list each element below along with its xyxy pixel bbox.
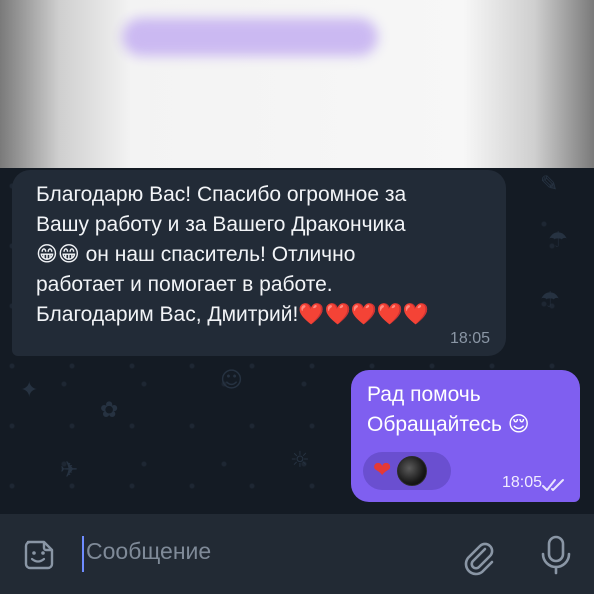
message-composer: Сообщение (0, 514, 594, 594)
user-avatar[interactable] (397, 456, 428, 486)
reactions-row[interactable]: ❤ (363, 452, 451, 490)
outgoing-message-bubble[interactable]: Рад помочь Обращайтесь 😌 ❤ 18:05 (351, 370, 580, 502)
message-line: Рад помочь (367, 383, 481, 406)
outgoing-message-text: Рад помочь Обращайтесь 😌 (367, 380, 566, 440)
message-time: 18:05 (501, 474, 542, 491)
microphone-icon[interactable] (538, 534, 574, 576)
doodle-icon: ☼ (290, 448, 310, 473)
message-line: 😁😁 он наш спаситель! Отлично (36, 243, 356, 266)
blurred-content-area (0, 0, 594, 168)
message-time: 18:05 (449, 330, 490, 347)
incoming-message-text: Благодарю Вас! Спасибо огромное за Вашу … (36, 180, 490, 330)
doodle-icon: ☂ (548, 228, 568, 253)
doodle-icon: ✿ (100, 398, 119, 423)
text-caret (82, 536, 84, 572)
doodle-icon: ☂ (540, 288, 560, 313)
doodle-icon: ✎ (540, 172, 559, 197)
doodle-icon: ☺ (220, 368, 243, 393)
red-heart-icon[interactable]: ❤ (373, 460, 391, 482)
message-line: Вашу работу и за Вашего Дракончика (36, 213, 406, 236)
doodle-icon: ✈ (60, 458, 79, 483)
double-check-icon (542, 479, 564, 491)
message-line: Благодарю Вас! Спасибо огромное за (36, 183, 407, 206)
message-line: Благодарим Вас, Дмитрий!❤️❤️❤️❤️❤️ (36, 303, 430, 326)
incoming-message-bubble[interactable]: Благодарю Вас! Спасибо огромное за Вашу … (12, 170, 506, 356)
sticker-emoji-icon[interactable] (22, 538, 56, 572)
paperclip-icon[interactable] (458, 536, 498, 576)
message-line: работает и помогает в работе. (36, 273, 333, 296)
message-input[interactable]: Сообщение (86, 538, 211, 565)
doodle-icon: ✦ (20, 378, 39, 403)
blurred-element (122, 18, 378, 56)
message-line: Обращайтесь 😌 (367, 413, 530, 436)
